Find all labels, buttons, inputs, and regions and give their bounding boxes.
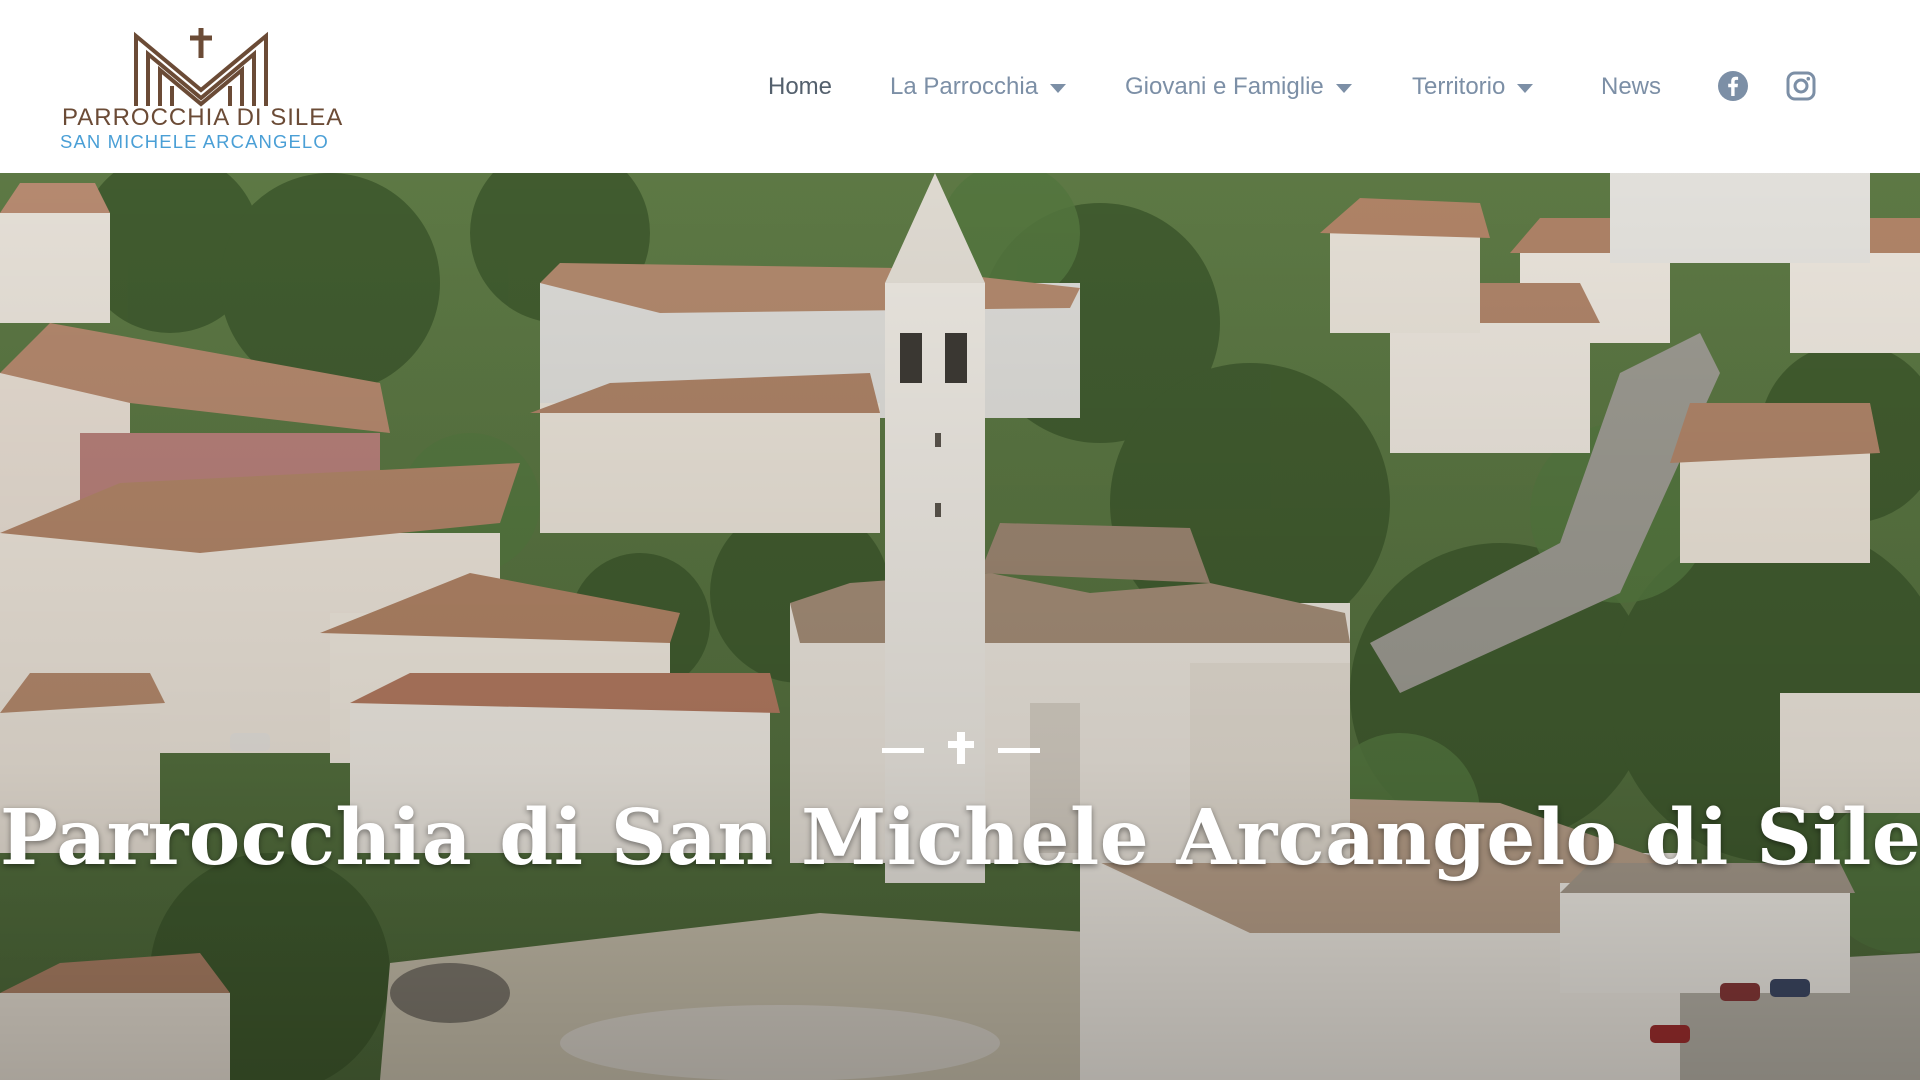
nav-item-label: La Parrocchia: [890, 73, 1039, 100]
instagram-link[interactable]: [1785, 70, 1817, 102]
nav-item-giovani-e-famiglie[interactable]: Giovani e Famiglie: [1125, 68, 1352, 106]
chevron-down-icon: [1517, 83, 1534, 93]
site-header: PARROCCHIA DI SILEA SAN MICHELE ARCANGEL…: [0, 0, 1920, 173]
nav-item-territorio[interactable]: Territorio: [1412, 68, 1534, 106]
hero-section: Parrocchia di San Michele Arcangelo di S…: [0, 173, 1920, 1080]
logo-subtitle: SAN MICHELE ARCANGELO: [60, 131, 329, 152]
nav-item-la-parrocchia[interactable]: La Parrocchia: [890, 68, 1067, 106]
logo-title: PARROCCHIA DI SILEA: [62, 104, 344, 131]
nav-item-news[interactable]: News: [1601, 68, 1661, 106]
site-logo[interactable]: PARROCCHIA DI SILEA SAN MICHELE ARCANGEL…: [58, 22, 350, 157]
instagram-icon: [1786, 71, 1816, 101]
hero-title: Parrocchia di San Michele Arcangelo di S…: [0, 793, 1920, 883]
facebook-link[interactable]: [1717, 70, 1749, 102]
nav-item-home[interactable]: Home: [768, 68, 832, 106]
hero-aerial-image: [0, 173, 1920, 1080]
chevron-down-icon: [1050, 83, 1067, 93]
nav-item-label: Home: [768, 73, 833, 100]
nav-item-label: News: [1601, 73, 1662, 100]
nav-item-label: Territorio: [1412, 73, 1506, 100]
chevron-down-icon: [1335, 83, 1352, 93]
facebook-icon: [1718, 71, 1748, 101]
nav-item-label: Giovani e Famiglie: [1125, 73, 1324, 100]
parish-logo-mark-icon: [134, 28, 268, 107]
cross-divider-icon: [882, 732, 1040, 764]
